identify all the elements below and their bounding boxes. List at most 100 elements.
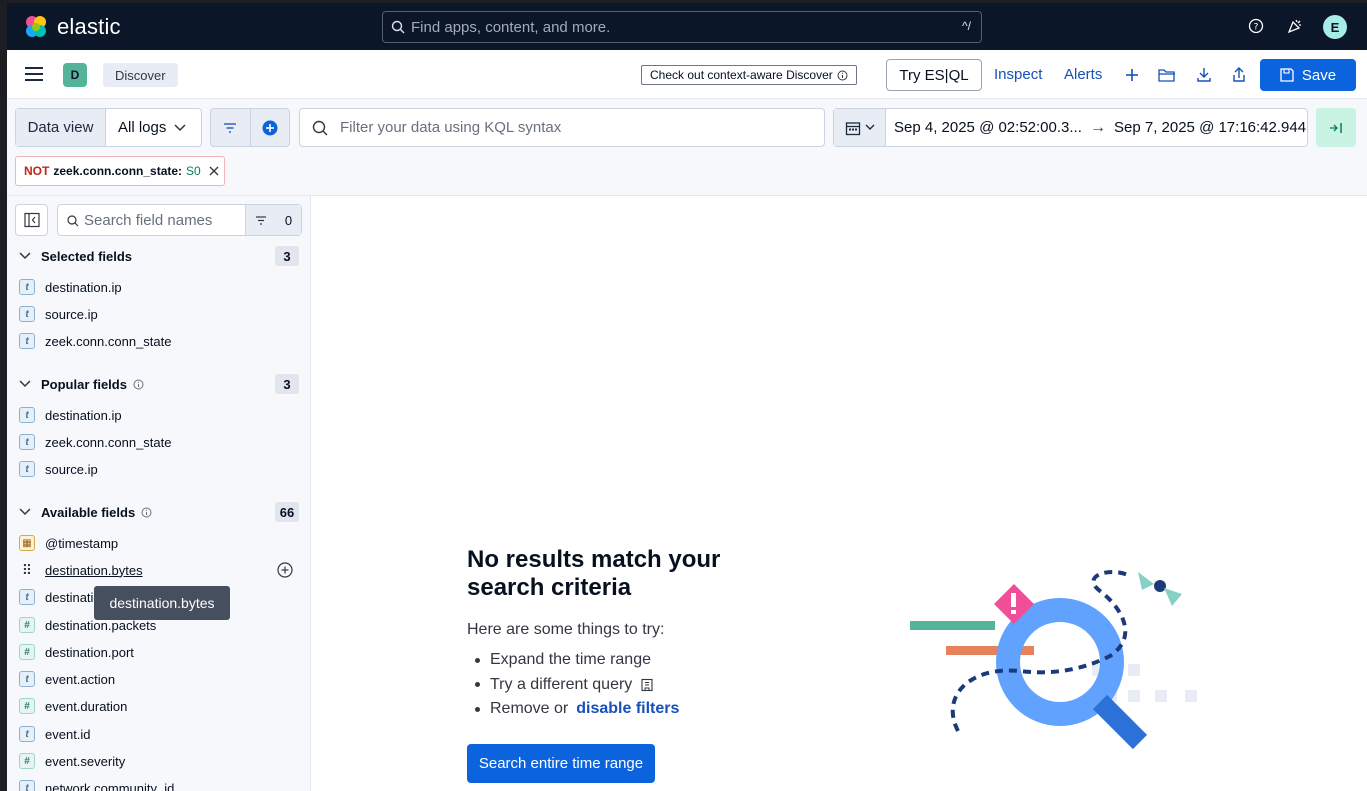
open-folder-icon[interactable] (1157, 65, 1177, 85)
field-item[interactable]: # event.duration (19, 696, 301, 716)
global-header: elastic Find apps, content, and more. ^/… (7, 3, 1367, 50)
field-item[interactable]: t zeek.conn.conn_state (19, 432, 301, 452)
field-item[interactable]: t destination.ip (19, 277, 301, 297)
add-field-icon[interactable] (277, 562, 293, 578)
field-name: source.ip (45, 461, 98, 477)
chevron-down-icon (19, 508, 31, 516)
field-name: destination.bytes (45, 562, 143, 578)
inspect-button[interactable]: Inspect (994, 66, 1042, 83)
search-icon (391, 20, 405, 34)
share-icon[interactable] (1229, 65, 1249, 85)
elastic-logo[interactable]: elastic (23, 14, 121, 40)
string-type-icon: t (19, 461, 35, 477)
field-item[interactable]: t source.ip (19, 304, 301, 324)
number-type-icon: # (19, 644, 35, 660)
selected-fields-header[interactable]: Selected fields 3 (19, 246, 299, 266)
string-type-icon: t (19, 726, 35, 742)
breadcrumb-discover[interactable]: Discover (103, 63, 178, 87)
suggestion-list: Expand the time range Try a different qu… (475, 648, 679, 722)
field-tooltip: destination.bytes (94, 586, 230, 620)
disable-filters-link[interactable]: disable filters (576, 700, 679, 718)
field-item-hovered[interactable]: ⠿ destination.bytes (19, 560, 301, 580)
help-icon[interactable]: ? (1245, 15, 1267, 37)
date-start[interactable]: Sep 4, 2025 @ 02:52:00.3... (894, 119, 1082, 136)
calendar-icon: ▦ (19, 535, 35, 551)
field-name: destination.port (45, 644, 134, 660)
chevron-down-icon (19, 252, 31, 260)
data-view-picker[interactable]: Data view All logs (15, 108, 202, 147)
update-query-button[interactable] (1316, 108, 1356, 147)
suggestion-text: Remove or (490, 700, 569, 718)
field-item[interactable]: # destination.port (19, 642, 301, 662)
popular-fields-header[interactable]: Popular fields 3 (19, 374, 299, 394)
search-icon (312, 120, 328, 135)
add-filter-icon[interactable] (251, 109, 290, 146)
field-item[interactable]: t source.ip (19, 459, 301, 479)
date-end[interactable]: Sep 7, 2025 @ 17:16:42.944 (1114, 119, 1306, 136)
date-picker: Sep 4, 2025 @ 02:52:00.3... → Sep 7, 202… (833, 108, 1308, 147)
suggestion-item: Expand the time range (475, 648, 679, 673)
field-name: event.action (45, 671, 116, 687)
svg-text:?: ? (1254, 23, 1259, 33)
field-filter-button[interactable]: 0 (245, 205, 301, 235)
search-entire-time-range-button[interactable]: Search entire time range (467, 744, 655, 783)
field-list-sidebar: Search field names 0 Selected fields 3 t… (7, 196, 311, 791)
empty-state-subtitle: Here are some things to try: (467, 621, 665, 638)
new-search-icon[interactable] (1122, 65, 1142, 85)
field-name: event.id (45, 726, 91, 742)
alerts-button[interactable]: Alerts (1064, 66, 1102, 83)
news-feed-icon[interactable] (1284, 15, 1306, 37)
field-item[interactable]: ▦ @timestamp (19, 533, 301, 553)
try-esql-button[interactable]: Try ES|QL (886, 59, 982, 91)
field-item[interactable]: t zeek.conn.conn_state (19, 331, 301, 351)
chevron-down-icon (19, 380, 31, 388)
filter-field: zeek.conn.conn_state: (53, 164, 183, 178)
elastic-logo-icon (26, 16, 46, 37)
number-type-icon: # (19, 698, 35, 714)
brand-name: elastic (57, 14, 121, 39)
section-title: Popular fields (41, 376, 127, 392)
suggestion-text: Expand the time range (490, 651, 651, 669)
field-item[interactable]: t destination.ip (19, 405, 301, 425)
filter-buttons (210, 108, 290, 147)
quick-date-menu[interactable] (834, 109, 886, 146)
field-item[interactable]: t event.action (19, 669, 301, 689)
drag-handle-icon[interactable]: ⠿ (19, 562, 35, 579)
save-icon (1280, 68, 1294, 82)
global-search-placeholder: Find apps, content, and more. (411, 18, 611, 36)
download-icon[interactable] (1194, 65, 1214, 85)
available-fields-header[interactable]: Available fields 66 (19, 502, 299, 522)
suggestion-item: Try a different query (475, 673, 679, 698)
kql-placeholder: Filter your data using KQL syntax (340, 119, 562, 136)
string-type-icon: t (19, 780, 35, 791)
filter-negation: NOT (24, 164, 50, 178)
save-button[interactable]: Save (1260, 59, 1356, 91)
collapse-sidebar-button[interactable] (15, 204, 48, 236)
filter-menu-icon[interactable] (211, 109, 251, 146)
menu-icon[interactable] (25, 67, 43, 81)
no-results-illustration (910, 570, 1197, 750)
sidebar-collapse-icon (23, 212, 40, 228)
refresh-icon (1330, 122, 1342, 133)
field-name: network.community_id (45, 780, 175, 791)
kql-search-input[interactable]: Filter your data using KQL syntax (299, 108, 825, 147)
string-type-icon: t (19, 589, 35, 605)
calendar-icon (845, 121, 860, 135)
close-icon[interactable] (209, 166, 219, 176)
string-type-icon: t (19, 306, 35, 322)
field-item[interactable]: t network.community_id (19, 778, 301, 791)
filter-value: S0 (186, 164, 201, 178)
field-item[interactable]: # event.severity (19, 751, 301, 771)
space-avatar[interactable]: D (63, 63, 87, 87)
field-item[interactable]: t event.id (19, 724, 301, 744)
field-search-input[interactable]: Search field names 0 (57, 204, 302, 236)
section-title: Available fields (41, 504, 136, 520)
data-view-selector[interactable]: All logs (106, 109, 201, 146)
global-search-input[interactable]: Find apps, content, and more. ^/ (382, 11, 982, 43)
string-type-icon: t (19, 434, 35, 450)
filter-pill[interactable]: NOT zeek.conn.conn_state: S0 (15, 156, 225, 186)
string-type-icon: t (19, 333, 35, 349)
user-avatar[interactable]: E (1323, 15, 1347, 39)
documentation-icon[interactable] (640, 678, 654, 692)
context-aware-discover-link[interactable]: Check out context-aware Discover (641, 65, 857, 85)
